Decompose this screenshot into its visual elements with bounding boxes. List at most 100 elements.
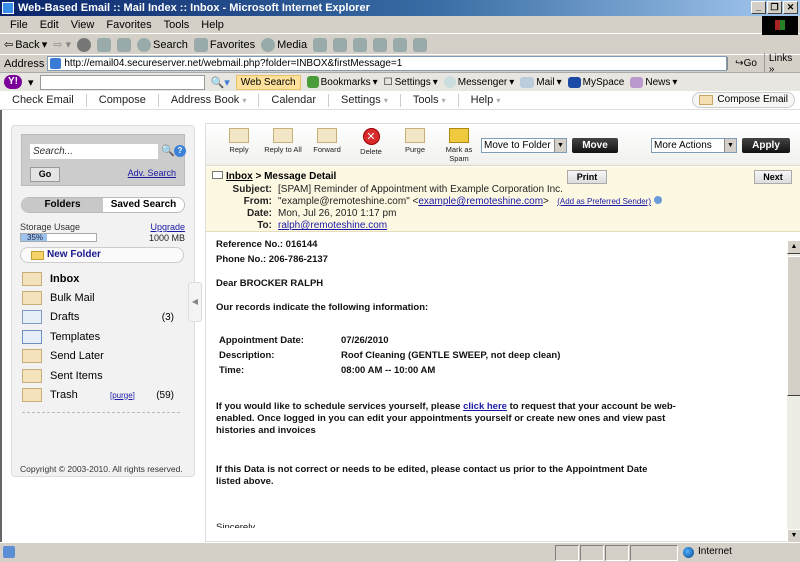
nav-settings[interactable]: Settings ▾ — [329, 93, 401, 107]
click-here-link[interactable]: click here — [463, 401, 507, 412]
tab-saved-search[interactable]: Saved Search — [103, 198, 184, 212]
move-to-folder-select[interactable]: Move to Folder ▼ — [481, 138, 567, 153]
refresh-icon[interactable] — [97, 37, 112, 52]
mark-as-spam-button[interactable]: Mark as Spam — [434, 128, 484, 163]
menu-favorites[interactable]: Favorites — [100, 19, 157, 31]
folder-sent-items[interactable]: Sent Items — [22, 367, 186, 385]
web-search-button[interactable]: Web Search — [235, 74, 301, 90]
storage-size: 1000 MB — [148, 233, 185, 243]
nav-calendar[interactable]: Calendar — [259, 93, 330, 107]
reply-all-button[interactable]: Reply to All — [258, 128, 308, 154]
delete-button[interactable]: ✕ Delete — [346, 128, 396, 156]
schedule-paragraph-line3: histories and invoices — [216, 425, 316, 436]
new-folder-button[interactable]: New Folder — [20, 247, 184, 263]
folder-templates[interactable]: Templates — [22, 328, 186, 346]
folder-divider — [22, 412, 180, 413]
yahoo-search-input[interactable] — [39, 74, 205, 90]
to-email-link[interactable]: ralph@remoteshine.com — [278, 220, 387, 231]
edit-icon[interactable] — [373, 37, 388, 52]
mail-icon[interactable] — [333, 37, 348, 52]
date-value: Mon, Jul 26, 2010 1:17 pm — [278, 208, 397, 219]
next-button[interactable]: Next — [754, 170, 792, 184]
reply-button[interactable]: Reply — [214, 128, 264, 154]
purge-trash-link[interactable]: [purge] — [110, 391, 135, 400]
yahoo-toolbar: Y! ▾ 🔍▾ Web Search Bookmarks ▾ ☐ Settings … — [0, 72, 800, 91]
go-button[interactable]: Go — [30, 167, 60, 182]
messenger-button[interactable]: Messenger ▾ — [443, 76, 514, 88]
folder-bulk-mail[interactable]: Bulk Mail — [22, 289, 186, 307]
new-folder-icon — [31, 251, 44, 260]
folder-inbox[interactable]: Inbox — [22, 270, 186, 288]
folder-send-later[interactable]: Send Later — [22, 347, 186, 365]
menu-view[interactable]: View — [65, 19, 101, 31]
forward-button[interactable]: ⇨ ▾ — [53, 38, 71, 51]
favorites-icon — [193, 37, 208, 52]
folder-drafts[interactable]: Drafts (3) — [22, 308, 186, 326]
discuss-icon[interactable] — [393, 37, 408, 52]
advanced-search-link[interactable]: Adv. Search — [128, 168, 176, 178]
restore-button[interactable]: ❐ — [767, 1, 782, 14]
apply-button[interactable]: Apply — [742, 138, 790, 153]
sidebar-tabs: Folders Saved Search — [21, 197, 185, 213]
nav-compose[interactable]: Compose — [87, 93, 159, 107]
media-button[interactable]: Media — [261, 37, 307, 52]
webmail-app: Search... 🔍 ? Go Adv. Search Folders Sav… — [0, 110, 800, 543]
help-icon[interactable] — [653, 196, 662, 204]
forward-button[interactable]: Forward — [302, 128, 352, 154]
minimize-button[interactable]: _ — [751, 1, 766, 14]
menu-help[interactable]: Help — [195, 19, 230, 31]
search-input[interactable]: Search... — [30, 144, 158, 159]
print-button[interactable]: Print — [567, 170, 607, 184]
favorites-button[interactable]: Favorites — [193, 37, 255, 52]
scroll-up-button[interactable]: ▲ — [787, 240, 800, 254]
nav-tools[interactable]: Tools ▾ — [401, 93, 459, 107]
yahoo-search-icon[interactable]: 🔍▾ — [211, 76, 230, 89]
scroll-thumb[interactable] — [787, 256, 800, 396]
settings-button[interactable]: ☐ Settings ▾ — [384, 77, 438, 88]
collapse-sidebar-handle[interactable]: ◀ — [188, 282, 202, 322]
history-icon[interactable] — [313, 37, 328, 52]
templates-icon — [22, 330, 42, 344]
go-button[interactable]: ↪Go — [731, 58, 761, 69]
close-button[interactable]: ✕ — [783, 1, 798, 14]
menu-file[interactable]: File — [4, 19, 34, 31]
nav-help[interactable]: Help ▾ — [459, 94, 513, 107]
breadcrumb-inbox-link[interactable]: Inbox — [226, 171, 253, 182]
news-button[interactable]: News ▾ — [630, 76, 677, 88]
tab-folders[interactable]: Folders — [22, 198, 103, 212]
status-pane — [580, 545, 604, 561]
menu-tools[interactable]: Tools — [158, 19, 196, 31]
home-icon[interactable] — [117, 37, 132, 52]
folder-trash[interactable]: Trash [purge] (59) — [22, 386, 186, 404]
from-email-link[interactable]: example@remoteshine.com — [418, 196, 543, 207]
menu-edit[interactable]: Edit — [34, 19, 65, 31]
nav-address-book[interactable]: Address Book ▾ — [159, 93, 260, 107]
mail-button[interactable]: Mail ▾ — [520, 76, 562, 88]
page-icon — [50, 58, 62, 69]
chevron-down-icon: ▼ — [554, 139, 566, 152]
compose-email-button[interactable]: Compose Email — [692, 92, 795, 108]
add-preferred-sender-link[interactable]: (Add as Preferred Sender) — [557, 197, 651, 206]
status-pane — [555, 545, 579, 561]
message-scrollbar[interactable]: ▲ ▼ — [787, 240, 800, 543]
search-button[interactable]: Search — [137, 37, 188, 52]
upgrade-link[interactable]: Upgrade — [150, 222, 185, 232]
stop-icon[interactable] — [77, 37, 92, 52]
scroll-down-button[interactable]: ▼ — [787, 529, 800, 543]
purge-button[interactable]: Purge — [390, 128, 440, 154]
yahoo-logo[interactable]: Y! — [4, 75, 22, 89]
settings-checkbox-icon: ☐ — [383, 76, 393, 88]
back-button[interactable]: ⇦ Back ▾ — [4, 38, 47, 52]
news-icon — [630, 76, 644, 88]
search-icon[interactable]: 🔍 — [161, 144, 175, 157]
nav-check-email[interactable]: Check Email — [0, 93, 87, 107]
myspace-button[interactable]: MySpace — [567, 76, 624, 88]
messenger-icon[interactable] — [413, 37, 428, 52]
more-actions-select[interactable]: More Actions ▼ — [651, 138, 737, 153]
address-input[interactable]: http://email04.secureserver.net/webmail.… — [47, 56, 728, 71]
move-button[interactable]: Move — [572, 138, 618, 153]
sent-items-arrow-icon — [22, 369, 42, 383]
bookmarks-button[interactable]: Bookmarks ▾ — [306, 76, 378, 88]
print-icon[interactable] — [353, 37, 368, 52]
help-icon[interactable]: ? — [174, 145, 186, 157]
